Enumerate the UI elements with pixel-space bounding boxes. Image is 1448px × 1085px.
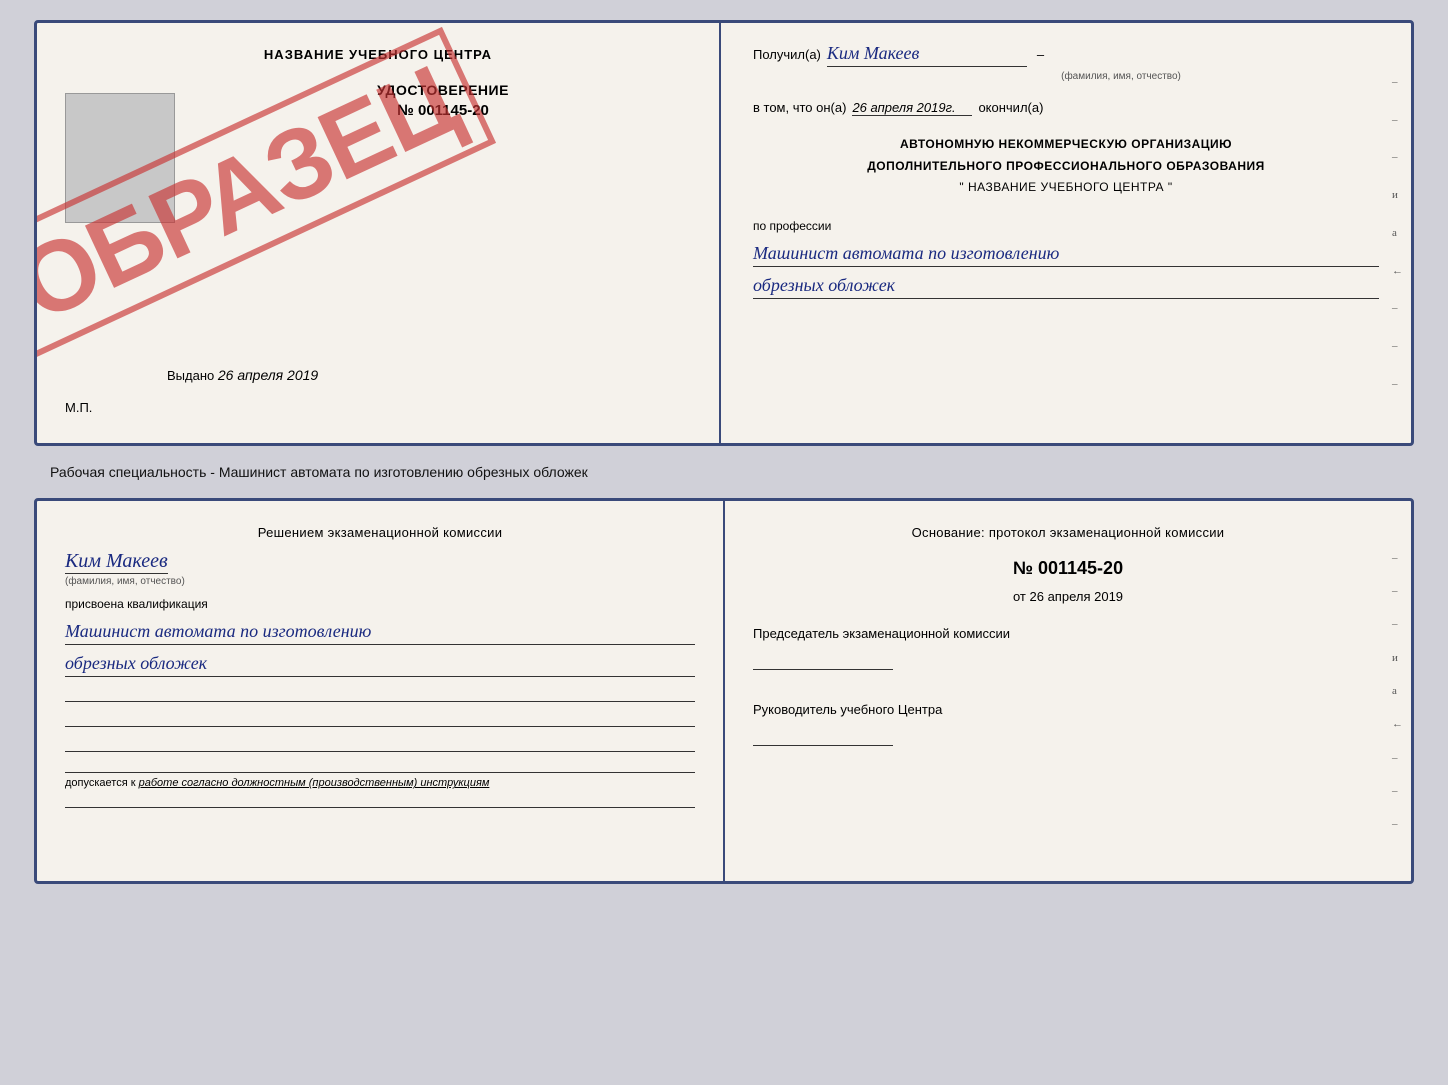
fio-hint-top: (фамилия, имя, отчество) — [863, 71, 1379, 82]
dopuskaetsya-label: допускается к — [65, 777, 136, 789]
rukovoditel-label: Руководитель учебного Центра — [753, 700, 1383, 720]
vydano-line: Выдано 26 апреля 2019 — [167, 367, 318, 383]
rukovoditel-sig — [753, 726, 893, 747]
top-doc-left: НАЗВАНИЕ УЧЕБНОГО ЦЕНТРА УДОСТОВЕРЕНИЕ №… — [37, 23, 721, 443]
org-line2: ДОПОЛНИТЕЛЬНОГО ПРОФЕССИОНАЛЬНОГО ОБРАЗО… — [753, 156, 1379, 178]
photo-placeholder — [65, 93, 175, 223]
predsedatel-block: Председатель экзаменационной комиссии — [753, 624, 1383, 670]
blank-line-2 — [65, 708, 695, 727]
protocol-number: № 001145-20 — [753, 558, 1383, 579]
reshen-label: Решением экзаменационной комиссии — [65, 525, 695, 540]
udostoverenie-number: № 001145-20 — [195, 102, 691, 119]
mp-label: М.П. — [65, 400, 92, 415]
org-line3: " НАЗВАНИЕ УЧЕБНОГО ЦЕНТРА " — [753, 177, 1379, 199]
org-line1: АВТОНОМНУЮ НЕКОММЕРЧЕСКУЮ ОРГАНИЗАЦИЮ — [753, 134, 1379, 156]
training-center-title: НАЗВАНИЕ УЧЕБНОГО ЦЕНТРА — [65, 47, 691, 62]
vydano-label: Выдано — [167, 368, 214, 383]
blank-line-3 — [65, 733, 695, 752]
bottom-profession-line1: Машинист автомата по изготовлению — [65, 619, 695, 645]
ot-label: от — [1013, 589, 1026, 604]
right-dashes: –––иа←––– — [1392, 23, 1403, 443]
org-block: АВТОНОМНУЮ НЕКОММЕРЧЕСКУЮ ОРГАНИЗАЦИЮ ДО… — [753, 134, 1379, 199]
poluchil-label: Получил(а) — [753, 47, 821, 62]
poluchil-name: Ким Макеев — [827, 43, 1027, 67]
po-professii: по профессии — [753, 219, 1379, 233]
top-document: НАЗВАНИЕ УЧЕБНОГО ЦЕНТРА УДОСТОВЕРЕНИЕ №… — [34, 20, 1414, 446]
bottom-name: Ким Макеев — [65, 550, 168, 574]
ot-date-value: 26 апреля 2019 — [1030, 589, 1124, 604]
right-dashes-bottom: –––иа←––– — [1392, 501, 1403, 881]
vydano-date: 26 апреля 2019 — [218, 367, 318, 383]
osnovanie-block: Основание: протокол экзаменационной коми… — [753, 525, 1383, 540]
ot-date: от 26 апреля 2019 — [753, 589, 1383, 604]
v-tom-line: в том, что он(а) 26 апреля 2019г. окончи… — [753, 100, 1379, 116]
fio-sub-bottom: (фамилия, имя, отчество) — [65, 576, 695, 587]
bottom-document: Решением экзаменационной комиссии Ким Ма… — [34, 498, 1414, 884]
poluchil-line: Получил(а) Ким Макеев – — [753, 43, 1379, 67]
prisvoena: присвоена квалификация — [65, 597, 695, 611]
blank-line-1 — [65, 683, 695, 702]
poluchil-dash: – — [1037, 47, 1044, 62]
dopuskaetsya-block: допускается к работе согласно должностны… — [65, 772, 695, 789]
okonchil-label: окончил(а) — [978, 100, 1043, 115]
rukovoditel-block: Руководитель учебного Центра — [753, 700, 1383, 746]
between-label: Рабочая специальность - Машинист автомат… — [20, 464, 588, 480]
udostoverenie-block: УДОСТОВЕРЕНИЕ № 001145-20 — [195, 82, 691, 119]
v-tom-label: в том, что он(а) — [753, 100, 846, 115]
predsedatel-sig — [753, 650, 893, 671]
date-value: 26 апреля 2019г. — [852, 100, 972, 116]
bottom-doc-left: Решением экзаменационной комиссии Ким Ма… — [37, 501, 725, 881]
dopuskaetsya-value: работе согласно должностным (производств… — [139, 777, 490, 789]
bottom-doc-right: Основание: протокол экзаменационной коми… — [725, 501, 1411, 881]
udostoverenie-label: УДОСТОВЕРЕНИЕ — [195, 82, 691, 98]
profession-line1: Машинист автомата по изготовлению — [753, 241, 1379, 267]
blank-line-4 — [65, 789, 695, 808]
bottom-profession-line2: обрезных обложек — [65, 651, 695, 677]
top-doc-right: Получил(а) Ким Макеев – (фамилия, имя, о… — [721, 23, 1411, 443]
predsedatel-label: Председатель экзаменационной комиссии — [753, 624, 1383, 644]
profession-line2: обрезных обложек — [753, 273, 1379, 299]
